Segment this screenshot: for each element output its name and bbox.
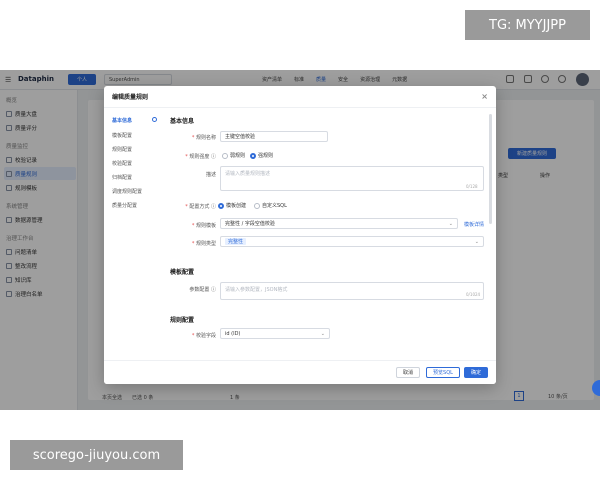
ok-button[interactable]: 确定 xyxy=(464,367,488,378)
rule-template-label: * 规则模板 xyxy=(191,223,216,229)
radio-sql[interactable]: 自定义SQL xyxy=(254,202,287,209)
desc-label: 描述 xyxy=(205,172,216,178)
cancel-button[interactable]: 取消 xyxy=(396,367,420,378)
rule-strength-label: * 规则强度 ⓘ xyxy=(185,154,216,160)
modal-nav-schedule[interactable]: 调度规则配置 xyxy=(112,188,142,195)
modal-nav-archive[interactable]: 归档配置 xyxy=(112,174,132,181)
modal-nav-score[interactable]: 质量分配置 xyxy=(112,202,137,209)
desc-textarea[interactable]: 请输入质量规则描述 xyxy=(220,166,484,191)
modal-nav-rule[interactable]: 规则配置 xyxy=(112,146,132,153)
watermark-top: TG: MYYJJPP xyxy=(465,10,590,40)
modal-scrollbar[interactable] xyxy=(489,114,492,224)
check-field-label: * 校验字段 xyxy=(191,333,216,339)
radio-weak-dot xyxy=(222,152,228,159)
check-field-select[interactable]: id (ID) ⌄ xyxy=(220,328,330,339)
modal-nav-check[interactable]: 校验配置 xyxy=(112,160,132,167)
param-label: 参数配置 ⓘ xyxy=(189,287,216,293)
modal-nav-template[interactable]: 模板配置 xyxy=(112,132,132,139)
radio-strong-dot xyxy=(250,152,256,159)
template-detail-link[interactable]: 模板详情 xyxy=(464,221,484,228)
rule-type-tag: 完整性 xyxy=(225,238,247,245)
section-rule: 规则配置 xyxy=(170,317,195,324)
watermark-bottom: scorego-jiuyou.com xyxy=(10,440,183,470)
radio-strong[interactable]: 强规则 xyxy=(250,152,273,159)
chevron-down-icon: ⌄ xyxy=(448,220,453,227)
modal-nav-basic[interactable]: 基本信息 xyxy=(112,117,132,124)
radio-sql-dot xyxy=(254,202,260,209)
config-mode-label: * 配置方式 ⓘ xyxy=(185,204,216,210)
rule-name-input[interactable]: 主键空值校验 xyxy=(220,131,328,142)
chevron-down-icon: ⌄ xyxy=(320,330,325,337)
modal-title: 编辑质量规则 xyxy=(112,94,149,101)
rule-type-select[interactable]: 完整性 ⌄ xyxy=(220,236,484,247)
modal-footer: 取消 预览SQL 确定 xyxy=(104,360,496,384)
preview-sql-button[interactable]: 预览SQL xyxy=(426,367,460,378)
nav-pin-icon xyxy=(152,117,157,122)
rule-type-label: * 规则类型 xyxy=(191,241,216,247)
section-template: 模板配置 xyxy=(170,269,195,276)
section-basic: 基本信息 xyxy=(170,118,195,125)
param-textarea[interactable]: 请输入参数配置，JSON格式 xyxy=(220,282,484,300)
modal-header: 编辑质量规则 × xyxy=(104,86,496,108)
desc-counter: 0/128 xyxy=(466,184,478,189)
radio-template-dot xyxy=(218,202,224,209)
param-counter: 0/1024 xyxy=(466,292,481,297)
radio-weak[interactable]: 弱规则 xyxy=(222,152,245,159)
rule-name-label: * 规则名称 xyxy=(191,135,216,141)
radio-template[interactable]: 模板创建 xyxy=(218,202,246,209)
chevron-down-icon: ⌄ xyxy=(474,238,479,245)
edit-rule-modal: 编辑质量规则 × 基本信息 模板配置 规则配置 校验配置 归档配置 调度规则配置… xyxy=(104,86,496,384)
close-icon[interactable]: × xyxy=(481,92,488,101)
rule-template-select[interactable]: 完整性 / 字段空值校验 ⌄ xyxy=(220,218,458,229)
